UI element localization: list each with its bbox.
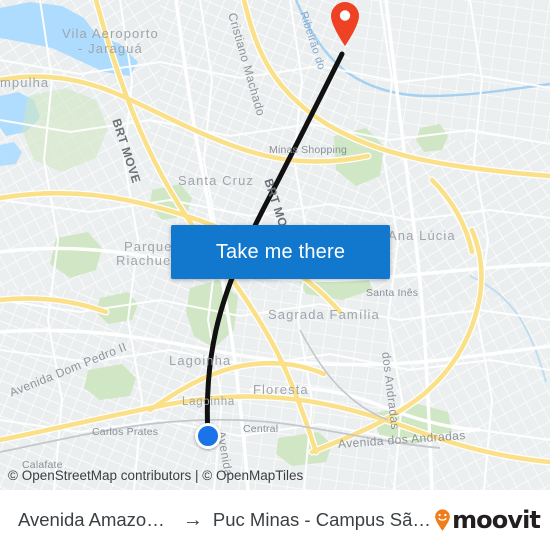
destination-marker[interactable] — [328, 0, 362, 46]
moovit-logo[interactable]: moovit — [434, 506, 541, 534]
take-me-there-button[interactable]: Take me there — [171, 225, 390, 279]
destination-label: Puc Minas - Campus São Ga... — [212, 509, 434, 530]
map-canvas[interactable]: Vila Aeroporto - Jaraguá mpulha Cristiano M… — [0, 0, 550, 490]
origin-label: Avenida Amazonas ... — [18, 509, 173, 530]
arrow-right-icon: → — [182, 509, 203, 531]
moovit-wordmark: moovit — [452, 506, 541, 534]
trip-footer: Avenida Amazonas ... → Puc Minas - Campu… — [0, 490, 550, 550]
route-summary[interactable]: Avenida Amazonas ... → Puc Minas - Campu… — [18, 509, 434, 531]
moovit-trip-preview: Vila Aeroporto - Jaraguá mpulha Cristiano M… — [0, 0, 550, 550]
moovit-pin-icon — [434, 509, 451, 531]
origin-marker[interactable] — [195, 423, 221, 449]
map-attribution[interactable]: © OpenStreetMap contributors | © OpenMap… — [8, 468, 303, 483]
